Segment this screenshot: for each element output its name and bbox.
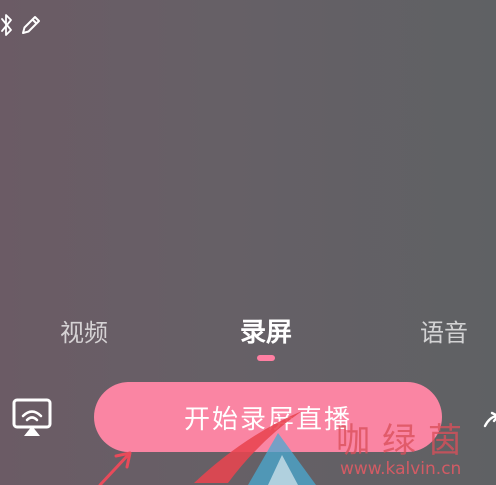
- tab-voice[interactable]: 语音: [420, 315, 468, 351]
- active-tab-indicator: [257, 355, 275, 361]
- top-left-toolbar: [0, 10, 44, 40]
- tab-video[interactable]: 视频: [60, 315, 108, 351]
- mode-tabs: 视频 录屏 语音: [0, 315, 496, 365]
- annotation-arrow: [94, 445, 144, 485]
- pencil-icon[interactable]: [18, 12, 44, 38]
- screen-cast-icon[interactable]: [10, 396, 54, 440]
- screen-recording-live-screen: 视频 录屏 语音 开始录屏直播 咖绿茵 www.kalvin.cn: [0, 0, 496, 485]
- bluetooth-icon[interactable]: [0, 12, 14, 38]
- start-screen-live-button[interactable]: 开始录屏直播: [94, 382, 442, 452]
- watermark-url-text: www.kalvin.cn: [340, 459, 462, 479]
- tab-screen-record[interactable]: 录屏: [240, 315, 292, 351]
- switch-icon[interactable]: [482, 410, 496, 436]
